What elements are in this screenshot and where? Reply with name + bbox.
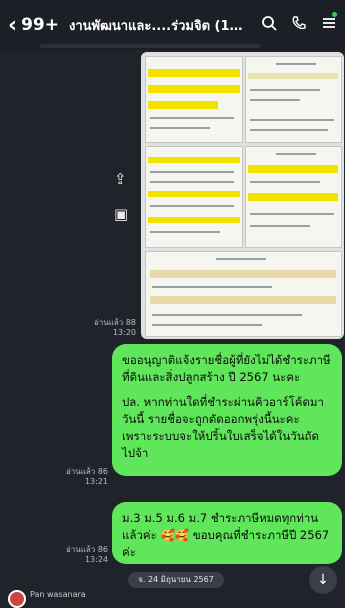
message-meta: อ่านแล้ว 86 13:21 bbox=[60, 467, 108, 487]
sender-name: Pan wasanara bbox=[30, 590, 86, 599]
timestamp: 13:21 bbox=[84, 477, 108, 486]
unread-count: 99+ bbox=[21, 15, 59, 35]
pinned-bar bbox=[40, 44, 260, 48]
document-sheet bbox=[145, 146, 243, 248]
message-bubble[interactable]: ขออนุญาติแจ้งรายชื่อผู้ที่ยังไม่ได้ชำระภ… bbox=[112, 344, 342, 476]
phone-icon[interactable] bbox=[291, 15, 307, 35]
message-text: ขออนุญาติแจ้งรายชื่อผู้ที่ยังไม่ได้ชำระภ… bbox=[122, 353, 331, 384]
document-sheet bbox=[245, 56, 342, 143]
timestamp: 13:20 bbox=[112, 328, 136, 337]
message-meta: อ่านแล้ว 86 13:24 bbox=[60, 545, 108, 565]
read-receipt: อ่านแล้ว 88 bbox=[93, 318, 136, 327]
arrow-down-icon: ↓ bbox=[317, 572, 329, 588]
timestamp: 13:24 bbox=[84, 555, 108, 564]
search-icon[interactable] bbox=[261, 15, 277, 35]
share-icon[interactable]: ⇪ bbox=[114, 170, 127, 188]
document-sheet bbox=[145, 251, 342, 337]
message-bubble[interactable]: ม.3 ม.5 ม.6 ม.7 ชำระภาษีหมดทุกท่านแล้วค่… bbox=[112, 502, 342, 564]
notification-dot bbox=[332, 12, 337, 17]
chevron-left-icon: ‹ bbox=[8, 12, 18, 38]
document-sheet bbox=[145, 56, 243, 143]
shared-photo[interactable] bbox=[141, 52, 344, 339]
save-icon[interactable]: ▣ bbox=[114, 205, 128, 223]
document-sheet bbox=[245, 146, 342, 248]
message-text: ม.3 ม.5 ม.6 ม.7 ชำระภาษีหมดทุกท่านแล้วค่… bbox=[122, 511, 330, 559]
menu-icon[interactable] bbox=[321, 15, 337, 35]
date-separator: จ. 24 มิถุนายน 2567 bbox=[128, 572, 224, 588]
scroll-down-button[interactable]: ↓ bbox=[309, 566, 337, 594]
chat-header: ‹ 99+ งานพัฒนาและ....ร่วมจิต (112) bbox=[0, 0, 345, 50]
message-meta: อ่านแล้ว 88 13:20 bbox=[88, 318, 136, 338]
avatar[interactable] bbox=[8, 590, 26, 608]
read-receipt: อ่านแล้ว 86 bbox=[65, 467, 108, 476]
back-button[interactable]: ‹ 99+ bbox=[8, 13, 59, 38]
message-text: ปล. หากท่านใดที่ชำระผ่านคิวอาร์โค้ดมาวัน… bbox=[122, 395, 324, 460]
read-receipt: อ่านแล้ว 86 bbox=[65, 545, 108, 554]
chat-title[interactable]: งานพัฒนาและ....ร่วมจิต (112) bbox=[69, 15, 249, 36]
